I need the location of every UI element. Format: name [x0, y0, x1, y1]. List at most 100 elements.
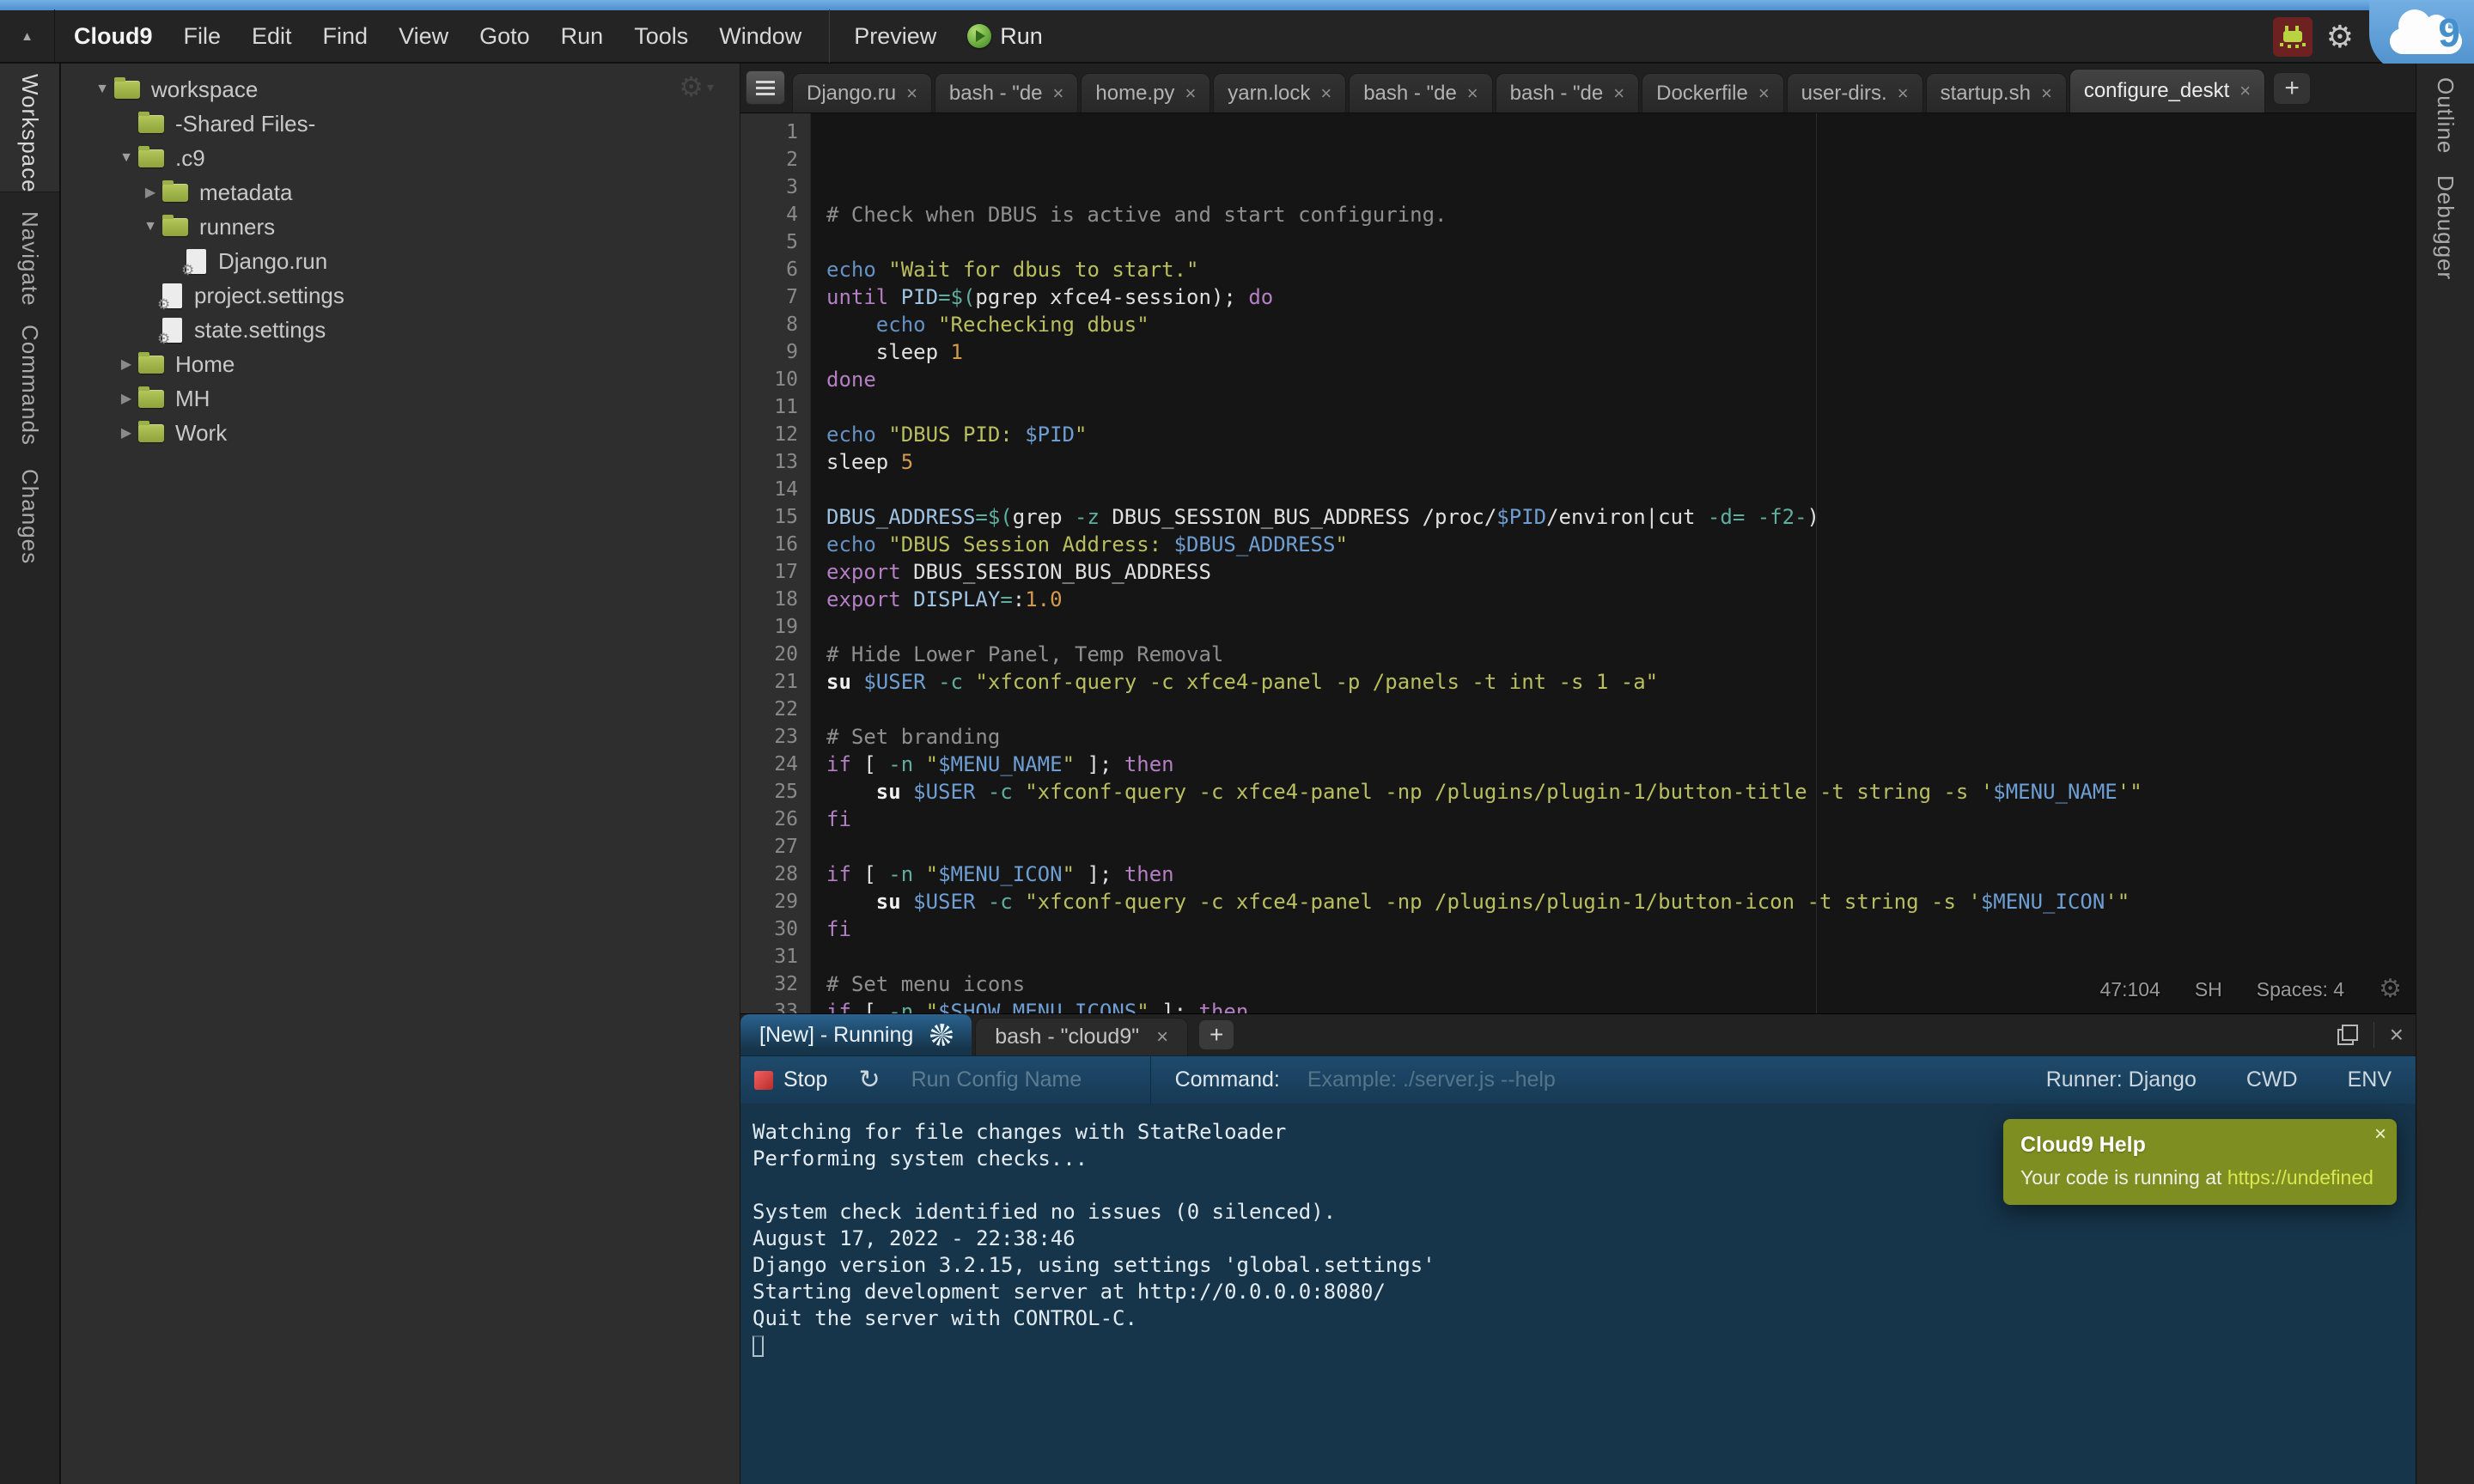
tab-close-icon[interactable]: ×: [1320, 82, 1331, 105]
editor-tab-dockerfile[interactable]: Dockerfile×: [1642, 73, 1784, 113]
tree-collapse-arrow-icon[interactable]: ▼: [138, 219, 162, 234]
env-button[interactable]: ENV: [2348, 1067, 2392, 1092]
menu-item-find[interactable]: Find: [308, 10, 384, 62]
tab-close-icon[interactable]: ×: [1185, 82, 1196, 105]
run-config-name-input[interactable]: [911, 1067, 1126, 1092]
cursor-position[interactable]: 47:104: [2099, 976, 2160, 1003]
tree-item-metadata[interactable]: ▶metadata: [61, 175, 740, 210]
tree-item-work[interactable]: ▶Work: [61, 416, 740, 450]
menu-item-window[interactable]: Window: [704, 10, 817, 62]
command-input[interactable]: [1307, 1067, 1754, 1092]
syntax-mode[interactable]: SH: [2195, 976, 2222, 1003]
preview-button[interactable]: Preview: [835, 23, 955, 50]
line-number: 27: [740, 833, 798, 861]
console-tab-bash-cloud9-[interactable]: bash - "cloud9"×: [975, 1018, 1188, 1055]
settings-gear-icon[interactable]: ⚙: [2326, 20, 2354, 55]
tree-item--shared-files-[interactable]: -Shared Files-: [61, 106, 740, 141]
run-button[interactable]: Run: [955, 23, 1055, 50]
tree-expand-arrow-icon[interactable]: ▶: [114, 356, 138, 373]
editor-tab-home-py[interactable]: home.py×: [1081, 73, 1210, 113]
tree-item-label: runners: [199, 214, 275, 240]
tree-item-workspace[interactable]: ▼workspace: [61, 72, 740, 106]
editor-tab-user-dirs-[interactable]: user-dirs.×: [1787, 73, 1923, 113]
tree-collapse-arrow-icon[interactable]: ▼: [90, 82, 114, 97]
editor-tab-startup-sh[interactable]: startup.sh×: [1926, 73, 2067, 113]
menu-items: Cloud9FileEditFindViewGotoRunToolsWindow: [55, 10, 817, 62]
code-line: su $USER -c "xfconf-query -c xfce4-panel…: [826, 778, 2416, 806]
sidebar-tab-commands[interactable]: Commands: [16, 325, 43, 446]
menu-item-file[interactable]: File: [168, 10, 237, 62]
sidebar-tab-changes[interactable]: Changes: [16, 469, 43, 564]
tab-close-icon[interactable]: ×: [1898, 82, 1909, 105]
console-tab--new-running[interactable]: [New] - Running: [740, 1014, 972, 1055]
right-dock-strip: Outline Debugger: [2416, 64, 2474, 1484]
editor-tab-bash-de[interactable]: bash - "de×: [1349, 73, 1492, 113]
menu-item-view[interactable]: View: [383, 10, 464, 62]
tree-item-project-settings[interactable]: project.settings: [61, 278, 740, 313]
tab-close-icon[interactable]: ×: [2239, 80, 2251, 102]
tab-label: bash - "de: [949, 82, 1043, 106]
restart-icon[interactable]: ↻: [858, 1065, 880, 1095]
console-close-icon[interactable]: ×: [2390, 1021, 2404, 1049]
menu-collapse-button[interactable]: ▲: [0, 9, 55, 63]
editor-tab-bash-de[interactable]: bash - "de ×: [935, 73, 1078, 113]
menu-item-cloud9[interactable]: Cloud9: [55, 10, 168, 62]
tree-expand-arrow-icon[interactable]: ▶: [138, 184, 162, 201]
code-line: [826, 943, 2416, 970]
tab-close-icon[interactable]: ×: [906, 82, 917, 105]
code-line: [826, 613, 2416, 641]
menu-item-edit[interactable]: Edit: [236, 10, 308, 62]
tree-item-runners[interactable]: ▼ runners: [61, 210, 740, 244]
popup-body: Your code is running at https://undefine…: [2020, 1166, 2381, 1189]
tree-collapse-arrow-icon[interactable]: ▼: [114, 150, 138, 166]
editor-tab-django-ru[interactable]: Django.ru×: [792, 73, 932, 113]
tab-close-icon[interactable]: ×: [1758, 82, 1770, 105]
indent-setting[interactable]: Spaces: 4: [2257, 976, 2344, 1003]
tree-item-home[interactable]: ▶Home: [61, 347, 740, 381]
new-tab-button[interactable]: +: [2273, 72, 2311, 105]
maximize-icon[interactable]: [2337, 1025, 2358, 1045]
editor-tab-yarn-lock[interactable]: yarn.lock×: [1213, 73, 1346, 113]
cloud9-logo[interactable]: 9: [2390, 20, 2462, 54]
editor-settings-gear-icon[interactable]: ⚙: [2379, 976, 2402, 1003]
tab-list-button[interactable]: [746, 70, 785, 105]
menu-item-tools[interactable]: Tools: [618, 10, 704, 62]
menu-item-run[interactable]: Run: [545, 10, 619, 62]
popup-close-icon[interactable]: ×: [2374, 1122, 2386, 1146]
line-number: 2: [740, 146, 798, 173]
code-line: export DISPLAY=:1.0: [826, 586, 2416, 613]
sidebar-tab-debugger[interactable]: Debugger: [2432, 175, 2459, 280]
tree-item--c9[interactable]: ▼.c9: [61, 141, 740, 175]
line-number: 10: [740, 366, 798, 393]
tab-close-icon[interactable]: ×: [2041, 82, 2052, 105]
editor-tab-configure-deskt[interactable]: configure_deskt×: [2069, 69, 2265, 113]
tab-close-icon[interactable]: ×: [1053, 82, 1064, 105]
stop-button[interactable]: Stop: [754, 1067, 827, 1092]
tree-item-state-settings[interactable]: state.settings: [61, 313, 740, 347]
running-url-link[interactable]: https://undefined: [2227, 1166, 2373, 1189]
sidebar-tab-workspace[interactable]: Workspace: [16, 74, 43, 193]
tree-item-django-run[interactable]: Django.run: [61, 244, 740, 278]
tree-expand-arrow-icon[interactable]: ▶: [114, 390, 138, 407]
cwd-button[interactable]: CWD: [2246, 1067, 2298, 1092]
runner-selector[interactable]: Runner: Django: [2046, 1067, 2197, 1092]
folder-icon: [138, 356, 164, 374]
console-new-tab-button[interactable]: +: [1198, 1019, 1234, 1050]
window-top-strip: [0, 0, 2474, 10]
editor-tab-bash-de[interactable]: bash - "de×: [1496, 73, 1639, 113]
folder-icon: [162, 184, 188, 202]
tree-settings-button[interactable]: ⚙ ▾: [679, 70, 714, 103]
code-line: [826, 476, 2416, 503]
line-number: 6: [740, 256, 798, 283]
sidebar-tab-outline[interactable]: Outline: [2432, 77, 2459, 154]
code-editor[interactable]: 1234567891011121314151617181920212223242…: [740, 113, 2416, 1013]
tree-item-mh[interactable]: ▶MH: [61, 381, 740, 416]
tab-close-icon[interactable]: ×: [1613, 82, 1624, 105]
tab-close-icon[interactable]: ×: [1156, 1025, 1168, 1049]
sidebar-tab-navigate[interactable]: Navigate: [16, 211, 43, 307]
menu-item-goto[interactable]: Goto: [464, 10, 545, 62]
cloud9-help-popup: × Cloud9 Help Your code is running at ht…: [2003, 1119, 2397, 1205]
tree-expand-arrow-icon[interactable]: ▶: [114, 424, 138, 441]
debugger-bug-icon[interactable]: [2273, 17, 2313, 57]
tab-close-icon[interactable]: ×: [1467, 82, 1478, 105]
